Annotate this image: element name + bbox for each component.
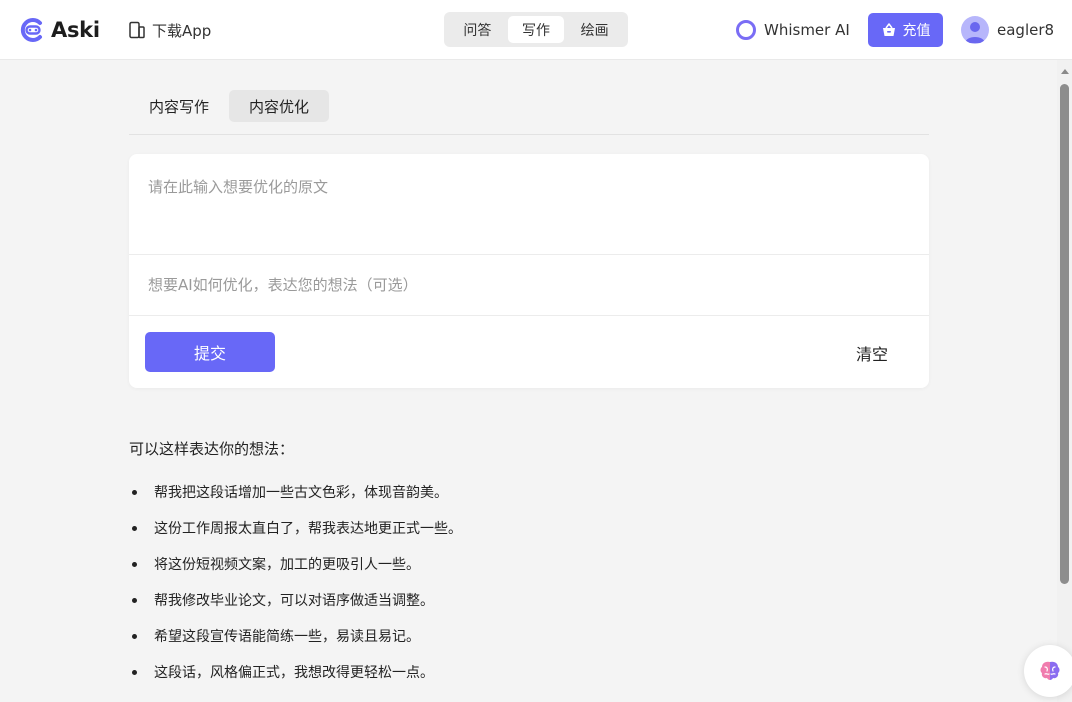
recharge-label: 充值 [902,23,931,39]
tips-list: 帮我把这段话增加一些古文色彩，体现音韵美。 这份工作周报太直白了，帮我表达地更正… [129,474,462,690]
user-avatar-icon [965,22,985,43]
scroll-up-arrow-icon[interactable] [1061,69,1069,74]
tip-text: 帮我把这段话增加一些古文色彩，体现音韵美。 [154,485,448,501]
model-selector[interactable]: Whismer AI [736,18,850,42]
clear-button[interactable]: 清空 [839,340,905,366]
list-item[interactable]: 帮我修改毕业论文，可以对语序做适当调整。 [129,582,462,618]
tip-text: 这份工作周报太直白了，帮我表达地更正式一些。 [154,521,462,537]
list-item[interactable]: 将这份短视频文案，加工的更吸引人一些。 [129,546,462,582]
aski-logo-icon [20,18,42,42]
list-item[interactable]: 这份工作周报太直白了，帮我表达地更正式一些。 [129,510,462,546]
top-bar: Aski 下载App 问答 写作 绘画 Whismer AI 充值 eagler… [0,0,1072,60]
list-item[interactable]: 希望这段宣传语能简练一些，易读且易记。 [129,618,462,654]
tab-writing[interactable]: 写作 [507,16,565,43]
tips-title: 可以这样表达你的想法： [129,440,295,458]
bullet [132,525,137,531]
mode-tabs: 问答 写作 绘画 [444,12,628,47]
tip-text: 这段话，风格偏正式，我想改得更轻松一点。 [154,665,434,681]
tab-content-optimization[interactable]: 内容优化 [229,90,329,122]
tip-text: 希望这段宣传语能简练一些，易读且易记。 [154,629,420,645]
vertical-scrollbar[interactable] [1057,60,1072,702]
download-app-label: 下载App [152,21,212,40]
shopping-basket-icon [882,23,895,36]
username: eagler8 [997,21,1055,39]
tip-text: 将这份短视频文案，加工的更吸引人一些。 [154,557,420,573]
list-item[interactable]: 这段话，风格偏正式，我想改得更轻松一点。 [129,654,462,690]
tab-content-writing[interactable]: 内容写作 [129,90,229,122]
bullet [132,669,137,675]
avatar [961,16,989,44]
download-app-link[interactable]: 下载App [128,18,211,42]
original-text-input[interactable] [129,154,929,254]
user-menu[interactable]: eagler8 [961,16,1054,44]
model-label: Whismer AI [764,21,850,39]
whismer-ring-icon [736,20,756,40]
bullet [132,489,137,495]
tab-qa[interactable]: 问答 [449,16,506,43]
list-item[interactable]: 帮我把这段话增加一些古文色彩，体现音韵美。 [129,474,462,510]
brain-icon [1040,661,1060,680]
tab-drawing[interactable]: 绘画 [566,16,623,43]
optimization-idea-input[interactable] [129,255,929,315]
logo[interactable]: Aski [18,14,100,46]
scroll-thumb[interactable] [1060,84,1069,584]
submit-button[interactable]: 提交 [145,332,275,372]
tip-text: 帮我修改毕业论文，可以对语序做适当调整。 [154,593,434,609]
optimization-form-card: 提交 清空 [129,154,929,388]
ai-assistant-float-button[interactable] [1024,645,1072,697]
writing-sub-tabs: 内容写作 内容优化 [129,90,929,135]
bullet [132,561,137,567]
logo-text: Aski [51,18,100,42]
recharge-button[interactable]: 充值 [868,13,943,47]
divider [129,315,929,316]
mobile-phone-icon [129,21,145,39]
bullet [132,597,137,603]
bullet [132,633,137,639]
